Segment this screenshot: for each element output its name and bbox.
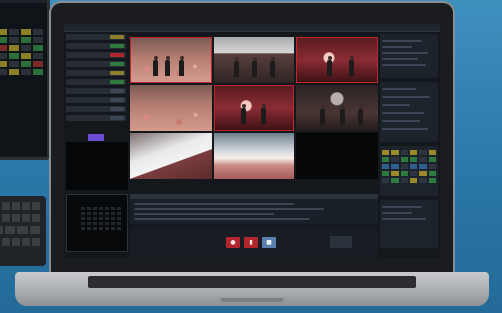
stop-button[interactable]: ■ — [262, 237, 276, 248]
laptop-notch — [220, 298, 284, 302]
audio-panel — [380, 34, 438, 78]
grid-cell — [21, 61, 31, 67]
key-row — [0, 238, 40, 246]
background-keyboard — [0, 196, 46, 266]
background-monitor-titlebar — [0, 0, 47, 3]
camera-tile[interactable] — [214, 133, 294, 179]
stop-icon: ■ — [266, 239, 272, 246]
grid-cell — [0, 29, 7, 35]
camera-tile[interactable] — [296, 37, 378, 83]
camera-tile[interactable] — [214, 85, 294, 131]
grid-cell — [9, 69, 19, 75]
clock-panel — [66, 194, 128, 252]
grid-cell — [0, 53, 7, 59]
mixer-grid — [382, 150, 436, 183]
key-row — [0, 214, 40, 222]
background-monitor — [0, 0, 50, 160]
camera-tile[interactable] — [214, 37, 294, 83]
grid-cell — [21, 53, 31, 59]
key-row — [0, 226, 40, 234]
list-item[interactable] — [134, 213, 274, 215]
grid-cell — [9, 53, 19, 59]
stream-icon: ▮ — [249, 239, 253, 246]
camera-tile[interactable] — [130, 85, 212, 131]
source-row[interactable] — [66, 106, 126, 112]
background-monitor-grid — [0, 29, 43, 75]
laptop-keyboard — [88, 276, 416, 288]
grid-cell — [33, 61, 43, 67]
grid-cell — [9, 29, 19, 35]
grid-cell — [21, 69, 31, 75]
grid-cell — [0, 69, 7, 75]
camera-tile-empty[interactable] — [296, 133, 378, 179]
playlist-panel — [130, 194, 378, 224]
source-row[interactable] — [66, 34, 126, 40]
grid-cell — [33, 37, 43, 43]
grid-cell — [21, 29, 31, 35]
settings-panel — [380, 82, 438, 142]
record-button[interactable]: ● — [226, 237, 240, 248]
source-row[interactable] — [66, 43, 126, 49]
laptop-screen: ● ▮ ■ — [64, 24, 440, 258]
aux-controls[interactable] — [330, 236, 352, 248]
bottom-section: ● ▮ ■ — [64, 194, 380, 258]
right-panel — [380, 34, 438, 250]
multiviewer — [130, 37, 378, 191]
grid-cell — [33, 69, 43, 75]
grid-cell — [9, 45, 19, 51]
transition-button[interactable] — [88, 134, 104, 141]
grid-cell — [21, 37, 31, 43]
playlist-header — [130, 194, 378, 199]
clock-grid — [81, 207, 121, 230]
grid-cell — [0, 45, 7, 51]
grid-cell — [33, 53, 43, 59]
source-row[interactable] — [66, 97, 126, 103]
source-row[interactable] — [66, 79, 126, 85]
grid-cell — [33, 29, 43, 35]
grid-cell — [33, 45, 43, 51]
mixer-panel — [380, 146, 438, 196]
list-item[interactable] — [134, 208, 324, 210]
grid-cell — [9, 61, 19, 67]
key-row — [0, 202, 40, 210]
stream-button[interactable]: ▮ — [244, 237, 258, 248]
source-row[interactable] — [66, 52, 126, 58]
grid-cell — [0, 37, 7, 43]
app-titlebar — [64, 24, 440, 32]
grid-cell — [9, 37, 19, 43]
grid-cell — [21, 45, 31, 51]
record-icon: ● — [230, 239, 236, 246]
list-item[interactable] — [134, 203, 294, 205]
grid-cell — [0, 61, 7, 67]
aux-monitor — [66, 142, 128, 190]
transport-bar: ● ▮ ■ — [130, 228, 378, 258]
source-row[interactable] — [66, 88, 126, 94]
source-row[interactable] — [66, 115, 126, 121]
list-item[interactable] — [134, 218, 310, 220]
source-row[interactable] — [66, 70, 126, 76]
camera-tile[interactable] — [130, 133, 212, 179]
camera-tile[interactable] — [296, 85, 378, 131]
camera-tile[interactable] — [130, 37, 212, 83]
output-panel — [380, 200, 438, 248]
background-device — [0, 0, 54, 313]
source-row[interactable] — [66, 61, 126, 67]
